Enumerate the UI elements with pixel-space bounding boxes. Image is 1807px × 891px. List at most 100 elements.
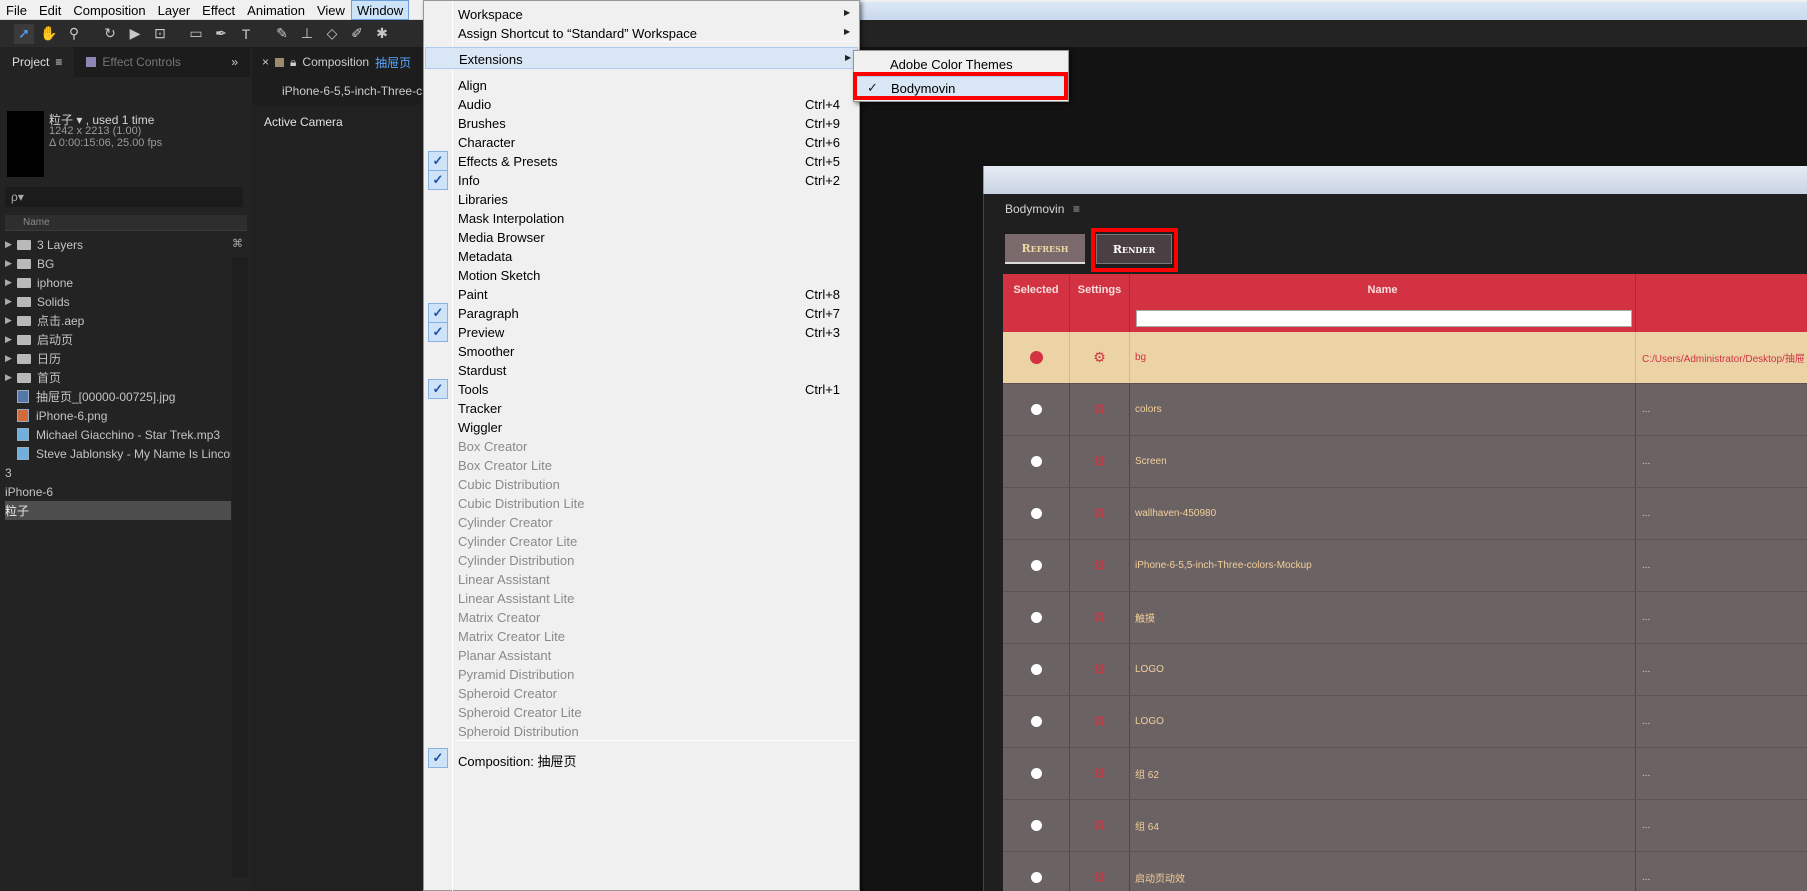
select-cell[interactable] [1003,852,1070,891]
folder-item[interactable]: ▶ Solids [5,292,231,311]
select-radio-icon[interactable] [1030,820,1042,831]
gear-icon[interactable]: ⚙ [1093,713,1106,730]
select-cell[interactable] [1003,748,1070,799]
settings-cell[interactable]: ⚙ [1070,592,1130,643]
select-cell[interactable] [1003,332,1070,383]
settings-cell[interactable]: ⚙ [1070,644,1130,695]
select-radio-icon[interactable] [1030,404,1042,415]
expand-arrow-icon[interactable]: ▶ [5,258,17,269]
gear-icon[interactable]: ⚙ [1093,349,1106,366]
list-item[interactable]: iPhone-6.png [5,406,231,425]
type-tool-icon[interactable]: T [236,24,256,44]
select-cell[interactable] [1003,800,1070,851]
composition-viewer[interactable]: Active Camera [252,105,422,891]
panel-menu-icon[interactable]: ≡ [1073,202,1080,216]
destination-path[interactable]: ... [1636,488,1807,539]
destination-path[interactable]: C:/Users/Administrator/Desktop/抽屉 [1636,332,1807,383]
expand-arrow-icon[interactable]: ▶ [5,334,17,345]
menu-window[interactable]: Window [350,0,410,20]
gear-icon[interactable]: ⚙ [1093,557,1106,574]
list-item[interactable]: 粒子 [5,282,281,520]
gear-icon[interactable]: ⚙ [1093,661,1106,678]
expand-arrow-icon[interactable]: ▶ [5,239,17,250]
folder-item[interactable]: ▶ 日历 [5,349,231,368]
tab-composition[interactable]: × 🔒︎ Composition 抽屉页 [252,47,422,77]
lock-icon[interactable]: 🔒︎ [290,55,296,70]
list-item[interactable]: 3 [5,282,281,482]
close-icon[interactable]: × [262,55,269,69]
destination-path[interactable]: ... [1636,644,1807,695]
expand-arrow-icon[interactable]: ▶ [5,296,17,307]
folder-item[interactable]: ▶ 3 Layers [5,235,231,254]
roto-brush-tool-icon[interactable]: ✐ [347,24,367,44]
select-cell[interactable] [1003,540,1070,591]
select-radio-icon[interactable] [1030,664,1042,675]
select-radio-icon[interactable] [1030,768,1042,779]
list-item[interactable]: Steve Jablonsky - My Name Is Lincoln [5,444,231,463]
menu-view[interactable]: View [311,0,351,20]
select-cell[interactable] [1003,696,1070,747]
rectangle-tool-icon[interactable]: ▭ [186,24,206,44]
destination-path[interactable]: ... [1636,852,1807,891]
composition-subtab[interactable]: iPhone-6-5,5-inch-Three-colo [252,77,422,105]
settings-cell[interactable]: ⚙ [1070,436,1130,487]
expand-arrow-icon[interactable]: ▶ [5,315,17,326]
pan-behind-tool-icon[interactable]: ⊡ [150,24,170,44]
select-cell[interactable] [1003,488,1070,539]
select-radio-icon[interactable] [1030,456,1042,467]
bodymovin-window-titlebar[interactable] [983,166,1807,194]
list-item[interactable]: Michael Giacchino - Star Trek.mp3 [5,425,231,444]
folder-item[interactable]: ▶ 启动页 [5,330,231,349]
destination-path[interactable]: ... [1636,592,1807,643]
brush-tool-icon[interactable]: ✎ [272,24,292,44]
gear-icon[interactable]: ⚙ [1093,401,1106,418]
settings-cell[interactable]: ⚙ [1070,488,1130,539]
clone-stamp-tool-icon[interactable]: ⊥ [297,24,317,44]
list-item[interactable]: iPhone-6 [5,282,281,501]
expand-arrow-icon[interactable]: ▶ [5,277,17,288]
puppet-pin-tool-icon[interactable]: ✱ [372,24,392,44]
menu-layer[interactable]: Layer [152,0,197,20]
menu-file[interactable]: File [0,0,33,20]
folder-item[interactable]: ▶ 点击.aep [5,311,231,330]
zoom-tool-icon[interactable]: ⚲ [64,24,84,44]
select-cell[interactable] [1003,384,1070,435]
select-radio-icon[interactable] [1030,508,1042,519]
gear-icon[interactable]: ⚙ [1093,609,1106,626]
rotate-tool-icon[interactable]: ↻ [100,24,120,44]
settings-cell[interactable]: ⚙ [1070,852,1130,891]
settings-cell[interactable]: ⚙ [1070,800,1130,851]
column-header-name[interactable]: Name [5,215,247,231]
settings-cell[interactable]: ⚙ [1070,384,1130,435]
project-search-input[interactable]: ρ▾ [5,187,243,207]
selection-tool-icon[interactable]: ➚ [14,23,34,44]
destination-path[interactable]: ... [1636,540,1807,591]
tab-project[interactable]: Project ≡ [0,47,75,77]
list-item[interactable]: 抽屉页_[00000-00725].jpg [5,387,231,406]
select-cell[interactable] [1003,644,1070,695]
panel-menu-icon[interactable]: ≡ [55,55,62,69]
expand-arrow-icon[interactable]: ▶ [5,372,17,383]
pen-tool-icon[interactable]: ✒ [211,24,231,44]
name-filter-input[interactable] [1136,310,1632,327]
destination-path[interactable]: ... [1636,800,1807,851]
gear-icon[interactable]: ⚙ [1093,453,1106,470]
menu-effect[interactable]: Effect [196,0,241,20]
select-cell[interactable] [1003,592,1070,643]
select-radio-icon[interactable] [1030,872,1042,883]
gear-icon[interactable]: ⚙ [1093,817,1106,834]
destination-path[interactable]: ... [1636,696,1807,747]
menu-item-assign-shortcut-to-standard-workspace[interactable]: Assign Shortcut to “Standard” Workspace ▶ [425,22,858,44]
expand-arrow-icon[interactable]: ▶ [5,353,17,364]
settings-cell[interactable]: ⚙ [1070,696,1130,747]
menu-edit[interactable]: Edit [33,0,67,20]
destination-path[interactable]: ... [1636,384,1807,435]
gear-icon[interactable]: ⚙ [1093,765,1106,782]
gear-icon[interactable]: ⚙ [1093,505,1106,522]
camera-tool-icon[interactable]: ▶ [125,24,145,44]
menu-animation[interactable]: Animation [241,0,311,20]
select-radio-icon[interactable] [1029,351,1043,364]
settings-cell[interactable]: ⚙ [1070,748,1130,799]
hand-tool-icon[interactable]: ✋ [39,24,59,44]
flowchart-icon[interactable]: ⌘ [232,237,243,250]
